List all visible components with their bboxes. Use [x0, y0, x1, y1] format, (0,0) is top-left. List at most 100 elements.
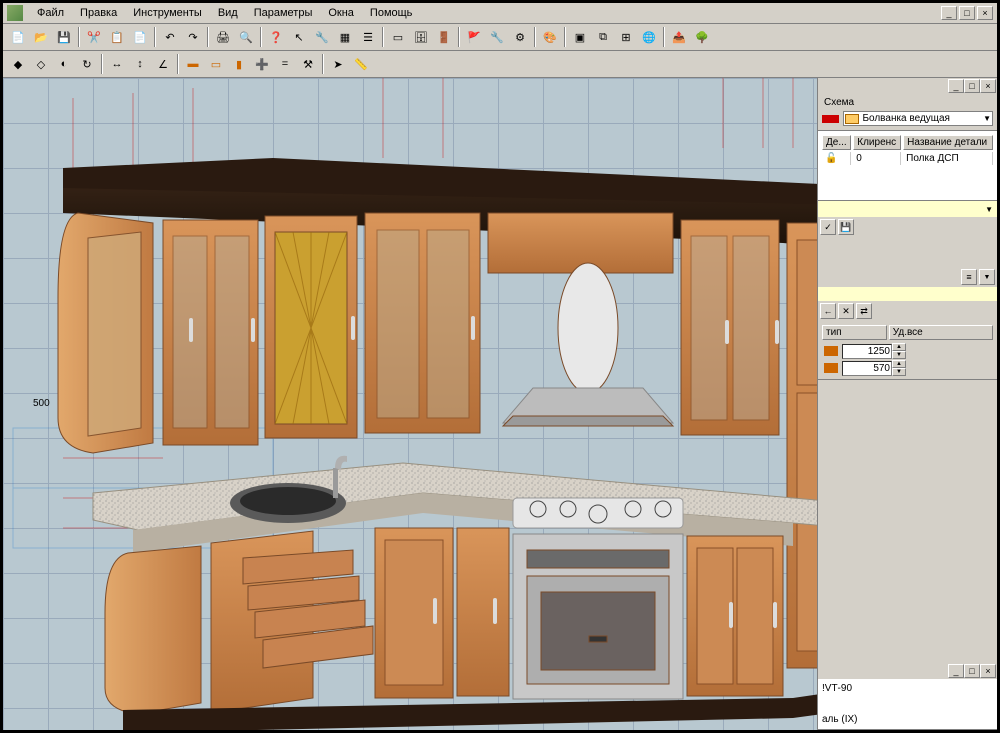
component-icon[interactable]: 🔧	[311, 26, 333, 48]
wrench-icon[interactable]: 🔧	[486, 26, 508, 48]
flag-icon[interactable]: 🚩	[463, 26, 485, 48]
tile-icon[interactable]: ⊞	[615, 26, 637, 48]
list-item[interactable]: !VТ-90	[822, 683, 993, 694]
panel-max-icon[interactable]: □	[964, 79, 980, 93]
chevron-down-icon[interactable]: ▼	[985, 205, 993, 214]
dim-swatch-icon	[824, 346, 838, 356]
help-icon[interactable]: ❓	[265, 26, 287, 48]
minimize-button[interactable]: _	[941, 6, 957, 20]
arrow-icon[interactable]: ↖	[288, 26, 310, 48]
package-icon	[845, 114, 859, 124]
spin-down-icon[interactable]: ▼	[892, 368, 906, 376]
preview-icon[interactable]: 🔍	[235, 26, 257, 48]
col-delete-all[interactable]: Уд.все	[889, 325, 993, 340]
canvas-viewport[interactable]: 500 1500 500 X	[3, 78, 817, 730]
hardware-icon[interactable]: ⚒	[297, 53, 319, 75]
mirror-icon[interactable]: ⇄	[856, 303, 872, 319]
cabinet-icon[interactable]: 🗄	[410, 26, 432, 48]
gear-icon[interactable]: ⚙	[509, 26, 531, 48]
dimension-label: 500	[803, 198, 817, 209]
dim-v-icon[interactable]: ↕	[129, 53, 151, 75]
schema-dropdown[interactable]: Болванка ведущая ▼	[843, 111, 993, 126]
col-detail[interactable]: Де...	[822, 135, 851, 150]
save-panel-icon[interactable]: 💾	[838, 219, 854, 235]
copy-icon[interactable]: 📋	[106, 26, 128, 48]
menu-options[interactable]: Параметры	[246, 5, 321, 21]
panel-close-icon[interactable]: ×	[980, 79, 996, 93]
panel-min-icon[interactable]: _	[948, 79, 964, 93]
col-type[interactable]: тип	[822, 325, 887, 340]
paste-icon[interactable]: 📄	[129, 26, 151, 48]
cell-name: Полка ДСП	[903, 152, 993, 165]
workspace: 500 1500 500 X	[3, 78, 997, 730]
app-window: Файл Правка Инструменты Вид Параметры Ок…	[3, 3, 997, 730]
stack-icon[interactable]: ≡	[961, 269, 977, 285]
equals-icon[interactable]: =	[274, 53, 296, 75]
dim-swatch-icon	[824, 363, 838, 373]
toolbar-main: 📄 📂 💾 ✂️ 📋 📄 ↶ ↷ 🖨 🔍 ❓ ↖ 🔧 ▦ ☰ ▭ 🗄 🚪 🚩 🔧…	[3, 24, 997, 51]
open-icon[interactable]: 📂	[30, 26, 52, 48]
export-icon[interactable]: 📤	[668, 26, 690, 48]
app-icon	[7, 5, 23, 21]
solid-icon[interactable]: ◆	[7, 53, 29, 75]
box-icon[interactable]: ▭	[387, 26, 409, 48]
new-icon[interactable]: 📄	[7, 26, 29, 48]
lower-max-icon[interactable]: □	[964, 664, 980, 678]
maximize-button[interactable]: □	[959, 6, 975, 20]
schema-dropdown-value: Болванка ведущая	[862, 113, 950, 124]
close-panel-icon[interactable]: ✕	[838, 303, 854, 319]
wireframe-overlay	[3, 78, 817, 730]
measure-icon[interactable]: 📏	[350, 53, 372, 75]
window-icon[interactable]: ▣	[569, 26, 591, 48]
lower-close-icon[interactable]: ×	[980, 664, 996, 678]
menu-edit[interactable]: Правка	[72, 5, 125, 21]
panel-icon[interactable]: ▬	[182, 53, 204, 75]
menu-file[interactable]: Файл	[29, 5, 72, 21]
shelf-icon[interactable]: ▭	[205, 53, 227, 75]
apply-icon[interactable]: ✓	[820, 219, 836, 235]
color-icon[interactable]: 🎨	[539, 26, 561, 48]
cursor-icon[interactable]: ➤	[327, 53, 349, 75]
dimension-label: 500	[33, 398, 50, 409]
shade-icon[interactable]: ◐	[53, 53, 75, 75]
tree-icon[interactable]: 🌳	[691, 26, 713, 48]
spin-up-icon[interactable]: ▲	[892, 343, 906, 351]
door-icon[interactable]: 🚪	[433, 26, 455, 48]
menu-windows[interactable]: Окна	[320, 5, 362, 21]
spin-down-icon[interactable]: ▼	[892, 351, 906, 359]
menu-help[interactable]: Помощь	[362, 5, 421, 21]
side-panel: _ □ × Схема Болванка ведущая ▼	[817, 78, 997, 730]
undo-icon[interactable]: ↶	[159, 26, 181, 48]
menu-tools[interactable]: Инструменты	[125, 5, 210, 21]
globe-icon[interactable]: 🌐	[638, 26, 660, 48]
list-item[interactable]: аль (IX)	[822, 714, 993, 725]
print-icon[interactable]: 🖨	[212, 26, 234, 48]
angle-icon[interactable]: ∠	[152, 53, 174, 75]
cascade-icon[interactable]: ⧉	[592, 26, 614, 48]
dim-h-icon[interactable]: ↔	[106, 53, 128, 75]
menu-view[interactable]: Вид	[210, 5, 246, 21]
vertical-icon[interactable]: ▮	[228, 53, 250, 75]
add-icon[interactable]: ➕	[251, 53, 273, 75]
save-icon[interactable]: 💾	[53, 26, 75, 48]
config-icon[interactable]: ▼	[979, 269, 995, 285]
lower-min-icon[interactable]: _	[948, 664, 964, 678]
cut-icon[interactable]: ✂️	[83, 26, 105, 48]
redo-icon[interactable]: ↷	[182, 26, 204, 48]
wire-icon[interactable]: ◇	[30, 53, 52, 75]
spin-up-icon[interactable]: ▲	[892, 360, 906, 368]
list-icon[interactable]: ☰	[357, 26, 379, 48]
dimension-input-1[interactable]	[842, 344, 892, 359]
col-name[interactable]: Название детали	[903, 135, 993, 150]
rotate-icon[interactable]: ↻	[76, 53, 98, 75]
close-button[interactable]: ×	[977, 6, 993, 20]
arrow-left-icon[interactable]: ←	[820, 303, 836, 319]
detail-table: Де... Клиренс Название детали 🔓 0 Полка …	[820, 133, 995, 167]
table-icon[interactable]: ▦	[334, 26, 356, 48]
cell-clearance: 0	[853, 152, 901, 165]
chevron-down-icon: ▼	[983, 114, 991, 123]
dimension-input-2[interactable]	[842, 361, 892, 376]
color-swatch-icon	[822, 115, 839, 123]
col-clearance[interactable]: Клиренс	[853, 135, 901, 150]
table-row[interactable]: 🔓 0 Полка ДСП	[822, 152, 993, 165]
